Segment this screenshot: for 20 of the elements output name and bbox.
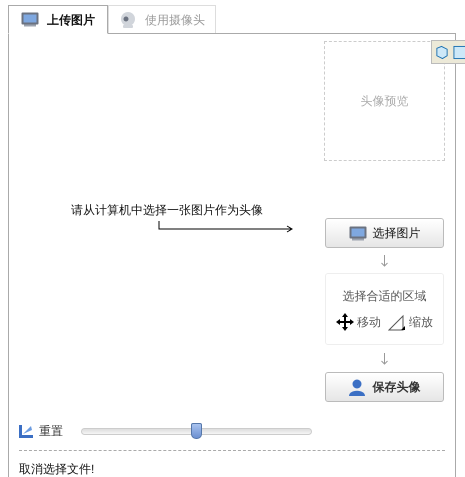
region-title: 选择合适的区域 bbox=[342, 288, 426, 305]
choose-image-button[interactable]: 选择图片 bbox=[325, 218, 444, 248]
webcam-icon bbox=[119, 10, 137, 28]
zoom-slider[interactable] bbox=[81, 423, 312, 439]
instruction-text: 请从计算机中选择一张图片作为头像 bbox=[71, 202, 264, 219]
zoom-label: 缩放 bbox=[409, 314, 433, 331]
person-icon bbox=[348, 378, 364, 396]
status-text: 取消选择文件! bbox=[19, 461, 96, 477]
down-arrow-icon bbox=[381, 352, 388, 364]
reset-icon bbox=[19, 424, 33, 438]
tab[interactable]: 上传图片 bbox=[8, 5, 108, 34]
move-label: 移动 bbox=[357, 314, 381, 331]
slider-thumb[interactable] bbox=[190, 423, 202, 439]
monitor-icon bbox=[21, 12, 39, 27]
resize-icon bbox=[388, 313, 406, 331]
reset-button[interactable]: 重置 bbox=[19, 422, 63, 440]
save-avatar-button[interactable]: 保存头像 bbox=[325, 372, 444, 402]
down-arrow-icon bbox=[381, 254, 388, 266]
move-icon bbox=[336, 313, 354, 331]
monitor-icon bbox=[348, 226, 366, 240]
